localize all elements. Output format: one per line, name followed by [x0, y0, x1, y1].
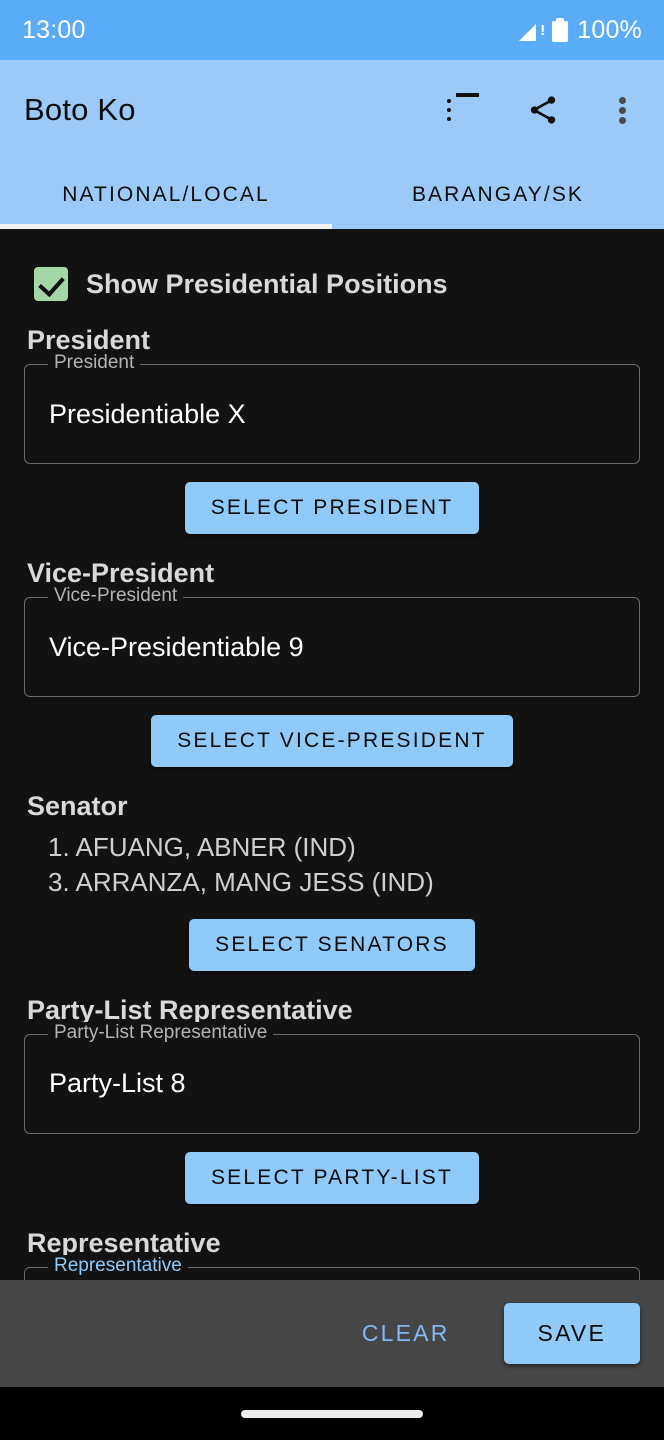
tab-bar: NATIONAL/LOCAL BARANGAY/SK — [0, 160, 664, 229]
vice-president-field-label: Vice-President — [48, 585, 184, 607]
show-presidential-positions-row[interactable]: Show Presidential Positions — [0, 229, 664, 301]
phone-screen: 13:00 ! 100% Boto Ko NATIONAL/LOCAL BARA… — [0, 0, 664, 1440]
signal-no-sim-icon: ! — [519, 19, 545, 41]
battery-percent: 100% — [577, 15, 642, 44]
home-gesture-pill[interactable] — [241, 1409, 423, 1418]
checkbox-label: Show Presidential Positions — [86, 268, 448, 299]
overflow-menu-icon[interactable] — [606, 93, 640, 127]
party-list-field-label: Party-List Representative — [48, 1021, 274, 1044]
app-bar-actions — [446, 93, 640, 127]
vice-president-field[interactable]: Vice-Presidentiable 9 Vice-President — [24, 585, 640, 697]
section-senator: Senator 1. AFUANG, ABNER (IND) 3. ARRANZ… — [0, 791, 664, 971]
tab-national-local[interactable]: NATIONAL/LOCAL — [0, 160, 332, 229]
app-title: Boto Ko — [24, 92, 136, 127]
bottom-action-bar: CLEAR SAVE — [0, 1280, 664, 1387]
checkbox-icon[interactable] — [34, 267, 68, 301]
status-bar: 13:00 ! 100% — [0, 0, 664, 60]
president-field-value: Presidentiable X — [49, 398, 246, 429]
section-president: President Presidentiable X President SEL… — [0, 325, 664, 534]
app-bar: Boto Ko — [0, 60, 664, 160]
battery-full-icon — [552, 18, 569, 42]
list-item: 1. AFUANG, ABNER (IND) — [48, 832, 356, 862]
select-senators-button[interactable]: SELECT SENATORS — [189, 918, 475, 971]
vice-president-field-value: Vice-Presidentiable 9 — [49, 631, 304, 662]
representative-field[interactable]: Representative — [24, 1254, 640, 1280]
save-button[interactable]: SAVE — [503, 1303, 640, 1364]
list-icon[interactable] — [446, 93, 480, 127]
president-field-label: President — [48, 352, 141, 374]
section-title-senator: Senator — [27, 791, 128, 821]
ballot-content: Show Presidential Positions President Pr… — [0, 229, 664, 1280]
section-representative: Representative Representative — [0, 1228, 664, 1280]
status-time: 13:00 — [22, 15, 86, 44]
party-list-field[interactable]: Party-List 8 Party-List Representative — [24, 1021, 640, 1134]
party-list-field-value: Party-List 8 — [49, 1068, 186, 1099]
select-party-list-button[interactable]: SELECT PARTY-LIST — [184, 1151, 480, 1204]
president-field[interactable]: Presidentiable X President — [24, 352, 640, 464]
clear-button[interactable]: CLEAR — [362, 1320, 450, 1347]
section-vice-president: Vice-President Vice-Presidentiable 9 Vic… — [0, 558, 664, 767]
share-icon[interactable] — [526, 93, 560, 127]
tab-barangay-sk[interactable]: BARANGAY/SK — [332, 160, 664, 229]
section-party-list: Party-List Representative Party-List 8 P… — [0, 995, 664, 1204]
select-president-button[interactable]: SELECT PRESIDENT — [184, 482, 480, 534]
representative-field-label: Representative — [48, 1254, 188, 1277]
select-vice-president-button[interactable]: SELECT VICE-PRESIDENT — [151, 715, 513, 767]
status-icons: ! 100% — [519, 16, 642, 45]
list-item: 3. ARRANZA, MANG JESS (IND) — [48, 867, 434, 898]
system-nav-bar — [0, 1387, 664, 1440]
senator-list: 1. AFUANG, ABNER (IND) 3. ARRANZA, MANG … — [48, 830, 640, 901]
